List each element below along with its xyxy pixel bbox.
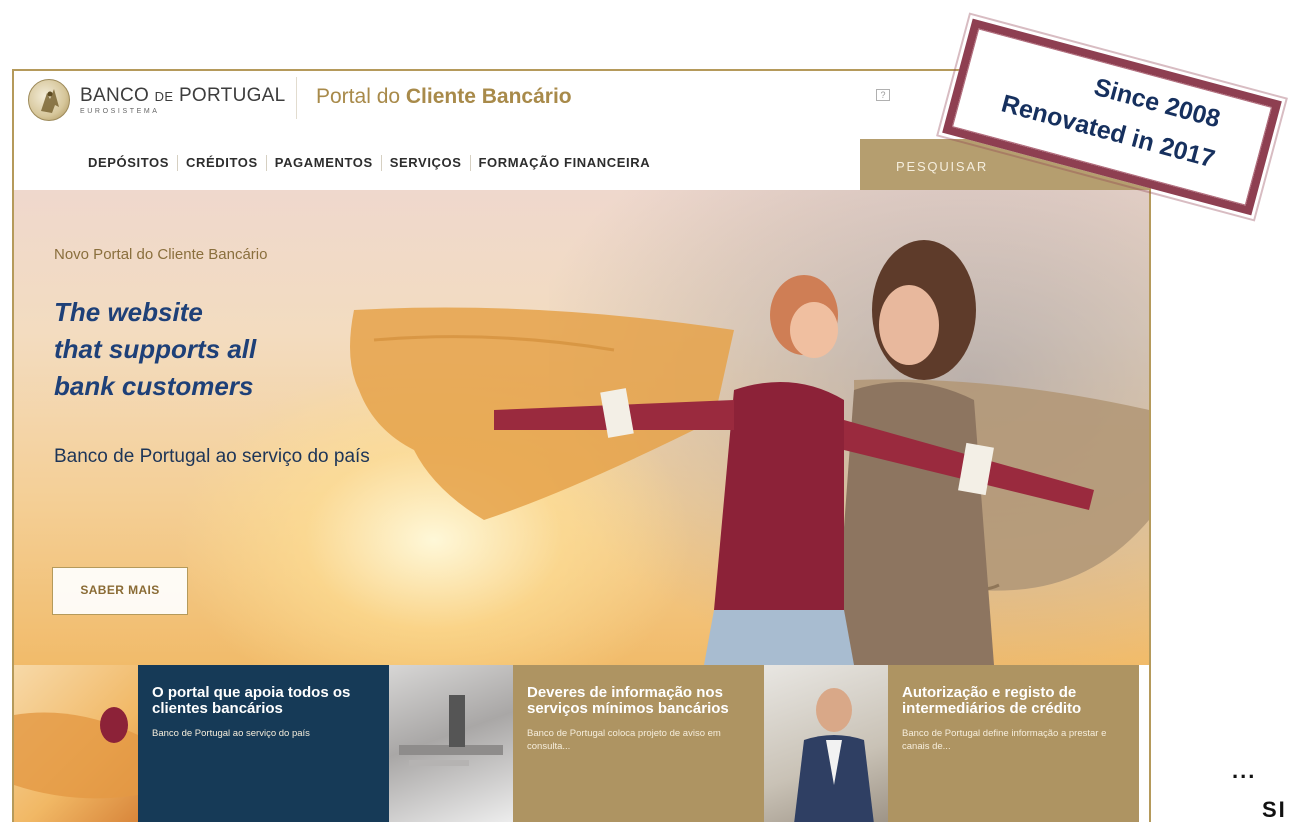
bank-subtitle: EUROSISTEMA <box>80 108 160 115</box>
nav-item-pagamentos[interactable]: PAGAMENTOS <box>267 155 382 171</box>
nav-item-depositos[interactable]: DEPÓSITOS <box>76 155 179 171</box>
saber-mais-button[interactable]: SABER MAIS <box>52 567 188 615</box>
bank-emblem-icon <box>28 79 70 121</box>
news-cards: O portal que apoia todos os clientes ban… <box>14 665 1149 822</box>
nav-item-servicos[interactable]: SERVIÇOS <box>382 155 471 171</box>
news-card-portal[interactable]: O portal que apoia todos os clientes ban… <box>14 665 389 822</box>
news-card-deveres[interactable]: Deveres de informação nos serviços mínim… <box>389 665 764 822</box>
card-photo <box>764 665 888 822</box>
news-card-autorizacao[interactable]: Autorização e registo de intermediários … <box>764 665 1139 822</box>
hero-subtitle: Banco de Portugal ao serviço do país <box>54 446 370 467</box>
nav-item-creditos[interactable]: CRÉDITOS <box>178 155 267 171</box>
portal-title[interactable]: Portal do Cliente Bancário <box>316 85 572 109</box>
hero-banner: Novo Portal do Cliente Bancário The webs… <box>14 190 1149 665</box>
bank-name: BANCO DE PORTUGAL <box>80 85 286 106</box>
trailing-partial-text: SI <box>1262 797 1287 822</box>
browser-frame: BANCO DE PORTUGAL EUROSISTEMA Portal do … <box>12 69 1151 822</box>
card-photo <box>389 665 513 822</box>
header-divider <box>296 77 297 119</box>
card-title: O portal que apoia todos os clientes ban… <box>152 684 351 717</box>
card-photo <box>14 665 138 822</box>
hero-kicker: Novo Portal do Cliente Bancário <box>54 246 268 263</box>
trailing-ellipsis: ... <box>1232 758 1257 783</box>
bank-logo[interactable]: BANCO DE PORTUGAL EUROSISTEMA <box>28 79 286 121</box>
card-title: Autorização e registo de intermediários … <box>902 684 1082 717</box>
card-text: Banco de Portugal ao serviço do país <box>152 728 310 739</box>
card-text: Banco de Portugal define informação a pr… <box>902 728 1107 752</box>
help-icon[interactable]: ? <box>876 89 890 101</box>
card-text: Banco de Portugal coloca projeto de avis… <box>527 728 721 752</box>
card-title: Deveres de informação nos serviços mínim… <box>527 684 729 717</box>
nav-item-formacao-financeira[interactable]: FORMAÇÃO FINANCEIRA <box>471 155 659 171</box>
hero-headline: The website that supports all bank custo… <box>54 297 257 401</box>
main-nav: DEPÓSITOS CRÉDITOS PAGAMENTOS SERVIÇOS F… <box>76 155 658 171</box>
